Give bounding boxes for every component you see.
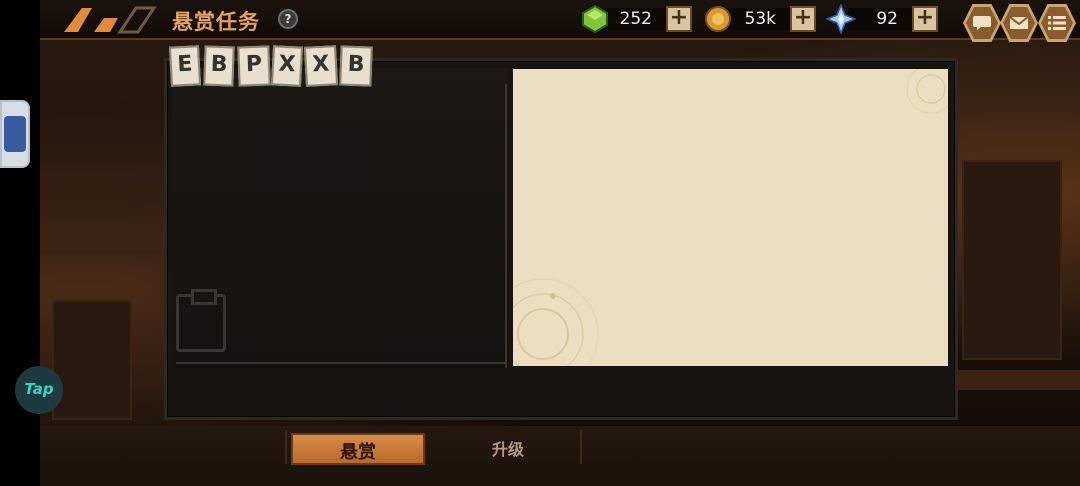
background-shelf bbox=[40, 232, 170, 254]
tap-floating-button[interactable]: Tap bbox=[15, 366, 63, 414]
stamp-letter: X bbox=[270, 45, 304, 87]
resource-green-gem: 252 + bbox=[580, 4, 692, 34]
game-logo-icon bbox=[64, 6, 157, 34]
resource-gold-coin: 53k + bbox=[704, 6, 816, 32]
menu-glyph bbox=[1048, 16, 1066, 30]
paper-ring-decoration-top bbox=[906, 69, 948, 114]
stamp-letter: P bbox=[237, 45, 271, 87]
background-cabinet bbox=[52, 300, 132, 420]
stamp-letter: E bbox=[168, 45, 202, 87]
tab-bounty-label: 悬赏 bbox=[340, 442, 376, 463]
mail-glyph bbox=[1009, 16, 1029, 29]
tab-bounty[interactable]: 悬赏 bbox=[291, 433, 425, 465]
panel-divider bbox=[505, 84, 507, 368]
page-title: 悬赏任务 bbox=[172, 10, 260, 34]
crystal-count: 92 bbox=[876, 9, 898, 29]
coin-count: 53k bbox=[744, 9, 776, 29]
tab-separator bbox=[580, 430, 582, 464]
stamp-letter: X bbox=[303, 45, 339, 87]
stamp-letter: B bbox=[339, 45, 373, 87]
side-avatar-button[interactable] bbox=[0, 100, 30, 168]
add-coin-button[interactable]: + bbox=[790, 6, 816, 32]
tab-separator bbox=[285, 430, 287, 464]
stamp-letter: B bbox=[203, 45, 235, 87]
background-step bbox=[958, 370, 1080, 390]
gold-coin-icon bbox=[705, 6, 731, 32]
game-scene: 悬赏任务 ? 252 + 53k + 92 + E B P X X B Tap … bbox=[0, 0, 1080, 486]
paper-ring-decoration bbox=[513, 278, 599, 366]
add-gem-button[interactable]: + bbox=[666, 6, 692, 32]
clipboard-icon bbox=[176, 289, 226, 352]
tab-upgrade[interactable]: 升级 bbox=[458, 436, 558, 464]
resource-blue-crystal: 92 + bbox=[826, 4, 938, 34]
bottom-tab-bar bbox=[40, 426, 1080, 486]
bounty-detail-paper bbox=[513, 69, 948, 366]
help-icon[interactable]: ? bbox=[278, 9, 298, 29]
panel-bottom-line bbox=[176, 362, 506, 364]
avatar bbox=[4, 116, 26, 152]
background-door bbox=[962, 160, 1062, 360]
chat-glyph bbox=[973, 16, 991, 30]
add-crystal-button[interactable]: + bbox=[912, 6, 938, 32]
gem-count: 252 bbox=[619, 9, 652, 29]
